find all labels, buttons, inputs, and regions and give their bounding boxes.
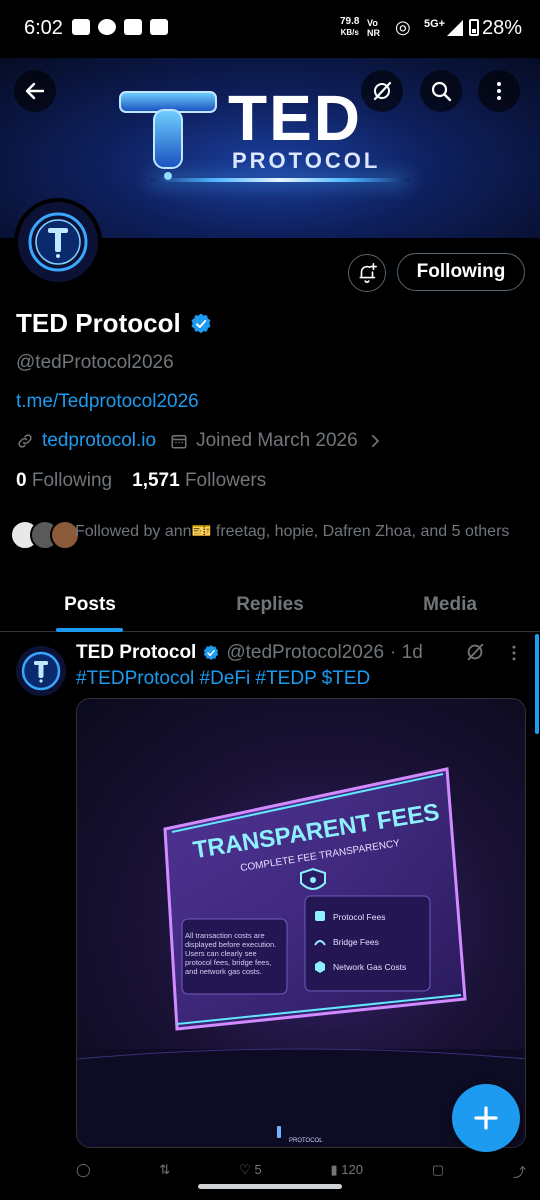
more-vertical-icon bbox=[497, 82, 501, 100]
status-bar: 6:02 79.8 KB/s Vo NR ◎ 5G+ 28% bbox=[0, 0, 540, 58]
calendar-icon bbox=[171, 435, 187, 449]
battery-indicator: 28% bbox=[469, 17, 522, 40]
app-notification-icon bbox=[98, 19, 116, 35]
views-button[interactable]: ▮ 120 bbox=[331, 1162, 363, 1181]
share-icon[interactable]: ⤴ bbox=[513, 1162, 526, 1181]
grok-icon[interactable] bbox=[464, 641, 486, 663]
ted-logo-icon bbox=[21, 651, 61, 691]
reply-icon[interactable]: ◯ bbox=[76, 1162, 91, 1181]
followed-by-text[interactable]: Followed by ann🎫 freetag, hopie, Dafren … bbox=[75, 521, 530, 543]
net-speed: 79.8 KB/s bbox=[340, 16, 360, 37]
repost-icon[interactable]: ⇅ bbox=[159, 1162, 170, 1181]
home-indicator[interactable] bbox=[198, 1184, 342, 1189]
profile-meta: tedprotocol.io Joined March 2026 bbox=[16, 430, 384, 452]
tab-posts[interactable]: Posts bbox=[0, 582, 180, 632]
signal-icon bbox=[447, 20, 463, 36]
media-body: All transaction costs are displayed befo… bbox=[185, 931, 277, 976]
tab-replies[interactable]: Replies bbox=[180, 582, 360, 631]
plus-icon bbox=[474, 1106, 498, 1130]
bookmark-icon[interactable]: ▢ bbox=[432, 1162, 444, 1181]
media-graphic: TRANSPARENT FEES COMPLETE FEE TRANSPAREN… bbox=[77, 767, 525, 1147]
media-footer: PROTOCOL bbox=[289, 1138, 323, 1144]
link-icon bbox=[18, 434, 32, 448]
ted-t-logo-icon bbox=[119, 91, 217, 180]
post-actions: ◯ ⇅ ♡ 5 ▮ 120 ▢ ⤴ bbox=[76, 1162, 526, 1181]
bio-link[interactable]: t.me/Tedprotocol2026 bbox=[16, 391, 199, 413]
youtube-icon bbox=[124, 19, 142, 35]
website-link[interactable]: tedprotocol.io bbox=[42, 430, 156, 452]
grok-button[interactable] bbox=[361, 70, 403, 112]
notifications-button[interactable] bbox=[348, 254, 386, 292]
post-author-handle: @tedProtocol2026 bbox=[226, 642, 385, 663]
battery-icon bbox=[469, 19, 479, 36]
post-author-name[interactable]: TED Protocol bbox=[76, 642, 196, 664]
banner-brand: TED bbox=[228, 82, 362, 154]
search-button[interactable] bbox=[420, 70, 462, 112]
like-button[interactable]: ♡ 5 bbox=[239, 1162, 262, 1181]
hotspot-icon: ◎ bbox=[395, 17, 411, 37]
ted-logo-icon bbox=[28, 212, 88, 272]
media-item-network-gas: Network Gas Costs bbox=[333, 962, 406, 972]
following-button[interactable]: Following bbox=[397, 253, 525, 291]
search-icon bbox=[431, 81, 452, 102]
more-button[interactable] bbox=[478, 70, 520, 112]
tab-media[interactable]: Media bbox=[360, 582, 540, 631]
follow-counts: 0 Following 1,571 Followers bbox=[16, 470, 266, 492]
media-item-protocol-fees: Protocol Fees bbox=[333, 912, 385, 922]
post-avatar[interactable] bbox=[16, 646, 66, 696]
post-media-image[interactable]: TRANSPARENT FEES COMPLETE FEE TRANSPAREN… bbox=[76, 698, 526, 1148]
more-vertical-icon[interactable] bbox=[504, 643, 524, 663]
banner-glow bbox=[150, 178, 410, 182]
network-type: 5G+ bbox=[424, 18, 446, 30]
verified-badge-icon bbox=[204, 645, 219, 660]
joined-date: Joined March 2026 bbox=[196, 430, 358, 451]
post-text[interactable]: #TEDProtocol #DeFi #TEDP $TED bbox=[76, 668, 370, 690]
post-header: TED Protocol @tedProtocol2026 · 1d bbox=[76, 642, 423, 664]
profile-name: TED Protocol bbox=[16, 308, 213, 339]
profile-handle: @tedProtocol2026 bbox=[16, 352, 174, 373]
profile-tabs: Posts Replies Media bbox=[0, 582, 540, 632]
compose-post-button[interactable] bbox=[452, 1084, 520, 1152]
status-time: 6:02 bbox=[24, 17, 63, 39]
following-count[interactable]: 0 Following bbox=[16, 470, 112, 492]
banner-brand-sub: PROTOCOL bbox=[232, 148, 381, 173]
arrow-left-icon bbox=[25, 82, 45, 100]
notification-icons bbox=[72, 19, 168, 35]
app-notification-icon bbox=[72, 19, 90, 35]
youtube-icon bbox=[150, 19, 168, 35]
bell-plus-icon bbox=[359, 263, 377, 283]
followers-count[interactable]: 1,571 Followers bbox=[132, 470, 266, 492]
grok-icon bbox=[373, 81, 392, 101]
followed-by-avatars[interactable] bbox=[10, 520, 80, 550]
media-item-bridge-fees: Bridge Fees bbox=[333, 937, 379, 947]
volte-indicator: Vo NR bbox=[367, 18, 380, 38]
verified-badge-icon[interactable] bbox=[189, 312, 213, 336]
back-button[interactable] bbox=[14, 70, 56, 112]
scrollbar[interactable] bbox=[535, 634, 539, 734]
profile-avatar[interactable] bbox=[14, 198, 102, 286]
chevron-right-icon[interactable] bbox=[366, 432, 384, 450]
post-time: · 1d bbox=[390, 642, 423, 663]
